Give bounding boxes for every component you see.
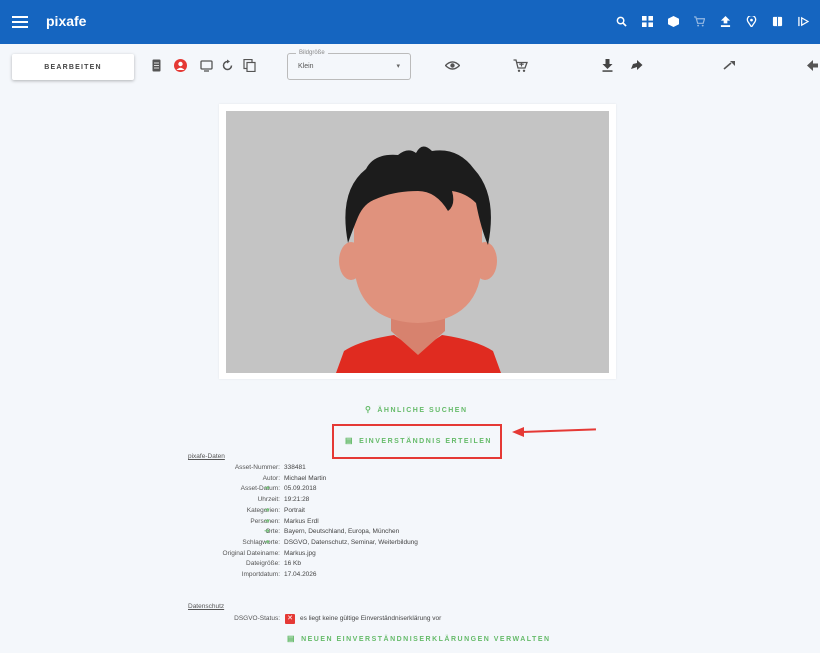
metadata-label: Importdatum: bbox=[241, 571, 280, 578]
search-icon: ⚲ bbox=[365, 405, 373, 414]
metadata-row: Schlagworte: ➜ DSGVO, Datenschutz, Seminar… bbox=[150, 538, 510, 548]
document-icon: ▤ bbox=[287, 634, 297, 643]
annotation-arrow-line bbox=[521, 428, 596, 433]
metadata-label: Asset-Nummer: bbox=[234, 464, 280, 471]
toolbar: BEARBEITEN Bildgröße Klein ▾ bbox=[0, 44, 820, 90]
dsgvo-status-value: es liegt keine gültige Einverständniserk… bbox=[300, 615, 442, 622]
error-icon: ✕ bbox=[285, 614, 295, 624]
app-bar: pixafe bbox=[0, 0, 820, 44]
metadata-row: Asset-Nummer: 338481 bbox=[150, 463, 510, 473]
location-icon[interactable] bbox=[738, 14, 764, 30]
chevron-down-icon: ▾ bbox=[396, 63, 400, 70]
person-icon[interactable] bbox=[174, 59, 187, 75]
search-icon[interactable] bbox=[608, 15, 634, 30]
edit-button[interactable]: BEARBEITEN bbox=[12, 54, 134, 80]
crop-icon[interactable] bbox=[723, 59, 737, 75]
grant-consent-button[interactable]: ▤ EINVERSTÄNDNIS ERTEILEN bbox=[345, 436, 492, 445]
metadata-section-title: pixafe-Daten bbox=[188, 453, 225, 460]
arrow-left-icon[interactable] bbox=[806, 59, 819, 75]
grant-consent-label: EINVERSTÄNDNIS ERTEILEN bbox=[359, 438, 492, 445]
upload-icon[interactable] bbox=[712, 15, 738, 30]
arrow-right-icon[interactable]: ➜ bbox=[264, 506, 270, 516]
metadata-value: 338481 bbox=[284, 464, 306, 471]
eye-icon[interactable] bbox=[444, 59, 461, 75]
monitor-icon[interactable] bbox=[200, 59, 213, 75]
box-icon[interactable] bbox=[660, 15, 686, 30]
metadata-row: Asset-Datum: ➜ 05.09.2018 bbox=[150, 484, 510, 494]
asset-image[interactable] bbox=[226, 111, 609, 373]
metadata-label: Asset-Datum: bbox=[240, 485, 280, 493]
metadata-row: Dateigröße: 16 Kb bbox=[150, 559, 510, 569]
metadata-value: Markus.jpg bbox=[284, 549, 316, 557]
cart-icon[interactable] bbox=[686, 15, 712, 30]
metadata-row: Personen: ➜ Markus Erdl bbox=[150, 517, 510, 527]
arrow-right-icon[interactable]: ➜ bbox=[264, 517, 270, 527]
grid-icon[interactable] bbox=[634, 15, 660, 30]
dsgvo-label: DSGVO-Status: bbox=[234, 615, 280, 622]
logout-icon[interactable] bbox=[790, 15, 816, 30]
copy-icon[interactable] bbox=[243, 58, 256, 75]
metadata-value: DSGVO, Datenschutz, Seminar, Weiterbildu… bbox=[284, 538, 418, 546]
book-icon[interactable] bbox=[764, 15, 790, 30]
arrow-right-icon[interactable]: ➜ bbox=[264, 484, 270, 494]
app-brand[interactable]: pixafe bbox=[46, 13, 86, 29]
manage-consent-label: NEUEN EINVERSTÄNDNISERKLÄRUNGEN VERWALTE… bbox=[301, 636, 551, 643]
metadata-row: Original Dateiname: Markus.jpg bbox=[150, 549, 510, 559]
metadata-value: 17.04.2026 bbox=[284, 571, 317, 578]
arrow-right-icon[interactable]: ➜ bbox=[264, 538, 270, 548]
similar-search-label: ÄHNLICHE SUCHEN bbox=[377, 407, 468, 414]
manage-consent-button[interactable]: ▤ NEUEN EINVERSTÄNDNISERKLÄRUNGEN VERWALT… bbox=[287, 634, 551, 643]
metadata-label: Uhrzeit: bbox=[257, 496, 280, 504]
menu-icon[interactable] bbox=[12, 13, 28, 31]
metadata-value: Markus Erdl bbox=[284, 517, 319, 525]
metadata-label: Autor: bbox=[262, 474, 280, 482]
metadata-row: Importdatum: 17.04.2026 bbox=[150, 570, 510, 580]
metadata-label: Original Dateiname: bbox=[222, 549, 280, 557]
metadata-row: Orte: ➜ Bayern, Deutschland, Europa, Münch… bbox=[150, 527, 510, 537]
share-icon[interactable] bbox=[630, 59, 643, 75]
metadata-value: Portrait bbox=[284, 506, 305, 514]
similar-search-button[interactable]: ⚲ ÄHNLICHE SUCHEN bbox=[365, 405, 468, 414]
metadata-value: 05.09.2018 bbox=[284, 485, 317, 493]
metadata-row: Autor: Michael Martin bbox=[150, 474, 510, 484]
download-icon[interactable] bbox=[602, 59, 613, 75]
annotation-arrow-icon bbox=[512, 427, 524, 437]
metadata-row: Uhrzeit: 19:21:28 bbox=[150, 495, 510, 505]
photo-frame bbox=[219, 104, 616, 379]
document-icon[interactable] bbox=[152, 59, 161, 75]
arrow-right-icon[interactable]: ➜ bbox=[264, 527, 270, 537]
image-size-value: Klein bbox=[298, 63, 314, 70]
metadata-value: 19:21:28 bbox=[284, 496, 310, 504]
metadata-value: Michael Martin bbox=[284, 474, 327, 482]
image-size-legend: Bildgröße bbox=[296, 49, 328, 57]
sync-icon[interactable] bbox=[221, 59, 234, 75]
metadata-label: Dateigröße: bbox=[246, 560, 280, 568]
document-check-icon: ▤ bbox=[345, 436, 355, 445]
avatar-illustration bbox=[226, 111, 609, 373]
metadata-row: Kategorien: ➜ Portrait bbox=[150, 506, 510, 516]
cart-add-icon[interactable] bbox=[513, 59, 528, 76]
privacy-section-title: Datenschutz bbox=[188, 603, 225, 610]
metadata-label: Schlagworte: bbox=[242, 538, 280, 546]
metadata-value: 16 Kb bbox=[284, 560, 301, 568]
metadata-value: Bayern, Deutschland, Europa, München bbox=[284, 528, 400, 536]
image-size-select[interactable]: Bildgröße Klein ▾ bbox=[287, 49, 411, 80]
appbar-icons bbox=[608, 0, 816, 44]
